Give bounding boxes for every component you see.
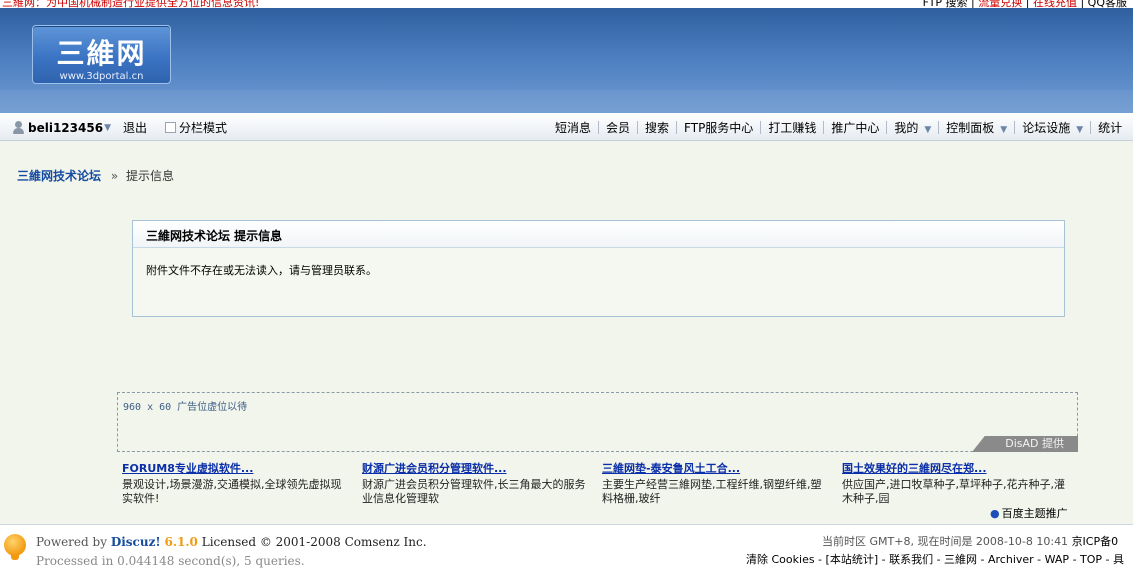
chevron-down-icon[interactable]: ▼ [104,123,111,133]
split-mode-label[interactable]: 分栏模式 [179,119,227,136]
text-ad-desc: 景观设计,场景漫游,交通模拟,全球领先虚拟现实软件! [122,478,342,505]
lightbulb-icon [4,534,26,560]
nav-item-earn[interactable]: 打工赚钱 [761,119,823,136]
site-footer: Powered by Discuz! 6.1.0 Licensed © 2001… [0,524,1133,585]
breadcrumb-separator: » [110,169,119,183]
text-ad: FORUM8专业虚拟软件... 景观设计,场景漫游,交通模拟,全球领先虚拟现实软… [122,460,352,506]
text-ad-title[interactable]: 财源广进会员积分管理软件... [362,460,592,476]
text-ad: 三維网垫-泰安鲁风土工合... 主要生产经营三維网垫,工程纤维,钢塑纤维,塑料格… [602,460,832,506]
server-time: 当前时区 GMT+8, 现在时间是 2008-10-8 10:41 京ICP备0 [822,535,1119,548]
nav-menu: 短消息 会员 搜索 FTP服务中心 打工赚钱 推广中心 我的 ▼ 控制面板 ▼ 论坛… [548,119,1129,136]
text-ad-desc: 供应国产,进口牧草种子,草坪种子,花卉种子,灌木种子,园 [842,478,1065,505]
user-icon [12,120,25,135]
ad-provider-badge[interactable]: DisAD 提供 [972,436,1078,452]
baidu-promo-link[interactable]: ● 百度主题推广 [990,505,1068,521]
breadcrumb-home[interactable]: 三維网技术论坛 [17,169,101,183]
chevron-down-icon[interactable]: ▼ [924,125,931,135]
nav-item-ftp-center[interactable]: FTP服务中心 [677,119,760,136]
logo-url: www.3dportal.cn [59,71,144,82]
site-slogan: 三維网：为中国机械制造行业提供全方位的信息资讯! [2,0,260,8]
text-ad: 财源广进会员积分管理软件... 财源广进会员积分管理软件,长三角最大的服务业信息… [362,460,592,506]
username-link[interactable]: beli123456 [28,121,103,135]
user-nav-bar: beli123456 ▼ 退出 分栏模式 短消息 会员 搜索 FTP服务中心 打… [0,113,1133,141]
text-ad-title[interactable]: 国土效果好的三維网尽在郑... [842,460,1072,476]
discuz-link[interactable]: Discuz! [111,535,161,549]
banner-ad-placeholder[interactable]: 960 x 60 广告位虚位以待 DisAD 提供 [117,392,1078,452]
nav-item-search[interactable]: 搜索 [638,119,676,136]
notice-message: 附件文件不存在或无法读入，请与管理员联系。 [146,264,377,277]
site-header: 三維网 www.3dportal.cn [0,8,1133,113]
nav-item-promotion[interactable]: 推广中心 [824,119,886,136]
logo-text: 三維网 [56,37,147,70]
nav-item-messages[interactable]: 短消息 [548,119,598,136]
chevron-down-icon[interactable]: ▼ [1000,125,1007,135]
nav-item-stats[interactable]: 统计 [1091,119,1129,136]
split-mode-checkbox[interactable] [165,122,176,133]
text-ad-title[interactable]: FORUM8专业虚拟软件... [122,460,352,476]
text-ad-desc: 财源广进会员积分管理软件,长三角最大的服务业信息化管理软 [362,478,586,505]
top-link-online-recharge[interactable]: 在线充值 [1033,0,1077,8]
nav-item-forum-tools[interactable]: 论坛设施 ▼ [1015,119,1090,136]
powered-by: Powered by Discuz! 6.1.0 Licensed © 2001… [36,535,427,549]
notice-box: 三維网技术论坛 提示信息 附件文件不存在或无法读入，请与管理员联系。 [132,220,1065,317]
nav-item-members[interactable]: 会员 [599,119,637,136]
ad-placeholder-text: 960 x 60 广告位虚位以待 [123,402,248,413]
icp-number[interactable]: 京ICP备0 [1072,535,1119,548]
version-label: 6.1.0 [164,535,198,549]
breadcrumb: 三維网技术论坛 » 提示信息 [17,167,174,184]
top-link-traffic-exchange[interactable]: 流量兑换 [978,0,1022,8]
text-ad-desc: 主要生产经营三維网垫,工程纤维,钢塑纤维,塑料格栅,玻纤 [602,478,822,505]
text-ad: 国土效果好的三維网尽在郑... 供应国产,进口牧草种子,草坪种子,花卉种子,灌木… [842,460,1072,506]
nav-item-control-panel[interactable]: 控制面板 ▼ [939,119,1014,136]
footer-links[interactable]: 清除 Cookies - [本站统计] - 联系我们 - 三維网 - Archi… [746,551,1124,567]
paw-icon: ● [990,507,1000,520]
top-links: FTP 搜索 | 流量兑换 | 在线充值 | QQ客服 [923,0,1127,8]
text-ad-title[interactable]: 三維网垫-泰安鲁风土工合... [602,460,832,476]
top-link-ftp-search[interactable]: FTP 搜索 [923,0,968,8]
processed-info: Processed in 0.044148 second(s), 5 queri… [36,554,305,568]
chevron-down-icon[interactable]: ▼ [1076,125,1083,135]
top-link-qq-service[interactable]: QQ客服 [1088,0,1127,8]
top-strip: 三維网：为中国机械制造行业提供全方位的信息资讯! FTP 搜索 | 流量兑换 |… [0,0,1133,8]
nav-item-mine[interactable]: 我的 ▼ [887,119,938,136]
site-logo[interactable]: 三維网 www.3dportal.cn [32,25,171,84]
license-text: Licensed © 2001-2008 Comsenz Inc. [201,535,427,549]
breadcrumb-current: 提示信息 [126,169,175,183]
logout-link[interactable]: 退出 [123,119,147,136]
notice-title: 三維网技术论坛 提示信息 [133,221,1064,248]
